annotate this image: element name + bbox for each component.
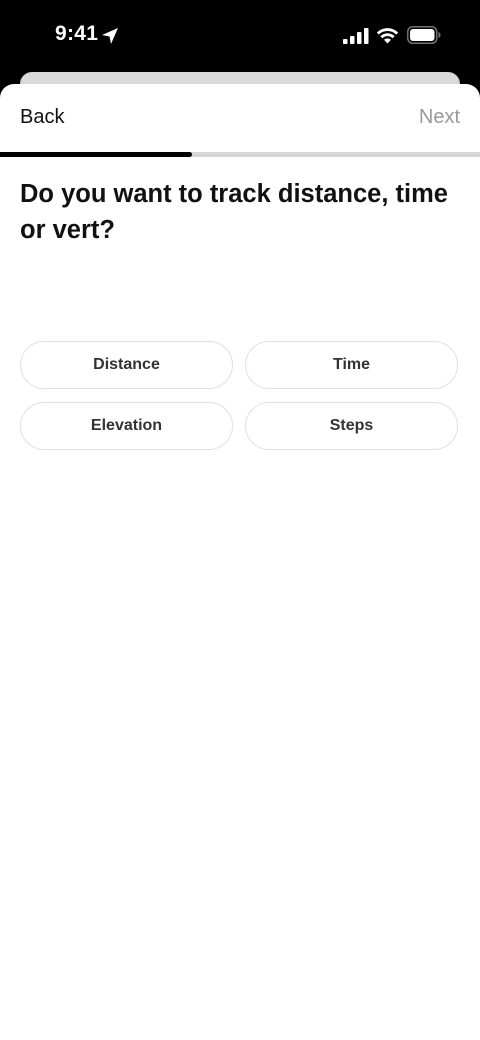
question-sheet: Back Next Do you want to track distance,…: [0, 84, 480, 1040]
progress-bar: [0, 152, 480, 157]
question-title: Do you want to track distance, time or v…: [20, 180, 448, 244]
back-button[interactable]: Back: [20, 106, 64, 129]
progress-fill: [0, 152, 192, 157]
option-elevation-button[interactable]: Elevation: [20, 402, 233, 450]
option-distance-button[interactable]: Distance: [20, 341, 233, 389]
wifi-icon: [376, 28, 399, 44]
option-time-button[interactable]: Time: [245, 341, 458, 389]
cellular-signal-icon: [343, 28, 369, 44]
battery-icon: [407, 26, 441, 44]
nav-bar: Back Next: [0, 84, 480, 152]
next-button[interactable]: Next: [419, 106, 460, 129]
status-time: 9:41: [55, 22, 99, 45]
status-bar: 9:41: [0, 0, 480, 72]
location-arrow-icon: [102, 28, 118, 44]
option-steps-button[interactable]: Steps: [245, 402, 458, 450]
